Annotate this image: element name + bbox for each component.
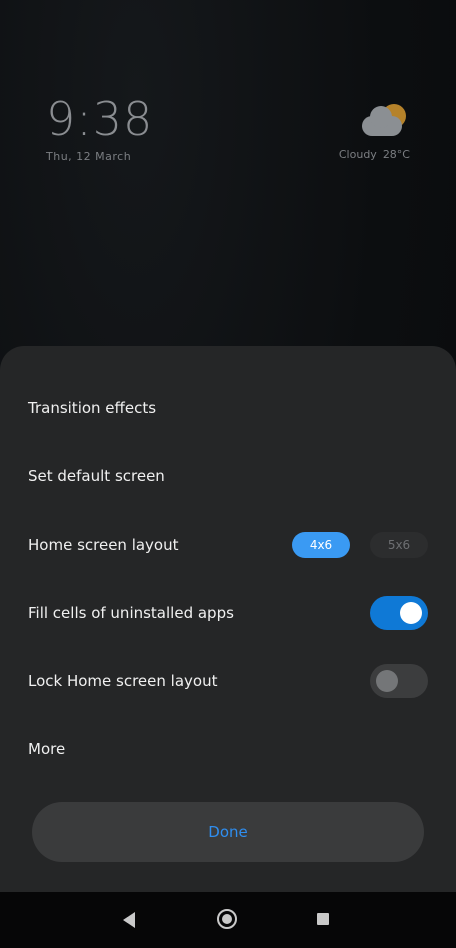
menu-item-label: Set default screen [28,467,165,485]
layout-option-4x6[interactable]: 4x6 [292,532,350,558]
menu-item-fill-cells: Fill cells of uninstalled apps [28,593,428,633]
menu-item-label: Lock Home screen layout [28,672,218,690]
toggle-knob [376,670,398,692]
partly-cloudy-icon [360,104,408,140]
menu-item-home-screen-layout: Home screen layout 4x6 5x6 [28,525,428,565]
menu-item-label: Transition effects [28,399,157,417]
weather-widget[interactable]: Cloudy 28°C [330,104,410,161]
home-icon[interactable] [217,909,237,929]
weather-temperature: 28°C [382,148,410,161]
menu-item-label: Home screen layout [28,536,179,554]
clock-widget[interactable]: 9:38 Thu, 12 March [46,96,153,163]
navigation-bar [0,892,456,948]
home-settings-sheet: Transition effects Set default screen Ho… [0,346,456,892]
menu-item-lock-layout: Lock Home screen layout [28,661,428,701]
menu-item-label: More [28,740,66,758]
home-screen: 9:38 Thu, 12 March Cloudy 28°C Transition… [0,0,456,948]
lock-layout-toggle[interactable] [370,664,428,698]
clock-time: 9:38 [46,92,154,146]
menu-item-more[interactable]: More [28,729,428,769]
weather-condition: Cloudy [338,148,377,161]
menu-item-label: Fill cells of uninstalled apps [28,604,234,622]
layout-selector: 4x6 5x6 [292,532,428,558]
layout-option-5x6[interactable]: 5x6 [370,532,428,558]
back-icon[interactable] [123,912,135,928]
toggle-knob [400,602,422,624]
weather-summary: Cloudy 28°C [330,148,410,161]
recents-icon[interactable] [317,913,329,925]
clock-date: Thu, 12 March [46,150,132,163]
fill-cells-toggle[interactable] [370,596,428,630]
menu-item-transition-effects[interactable]: Transition effects [28,388,428,428]
menu-item-set-default-screen[interactable]: Set default screen [28,456,428,496]
done-button[interactable]: Done [32,802,424,862]
